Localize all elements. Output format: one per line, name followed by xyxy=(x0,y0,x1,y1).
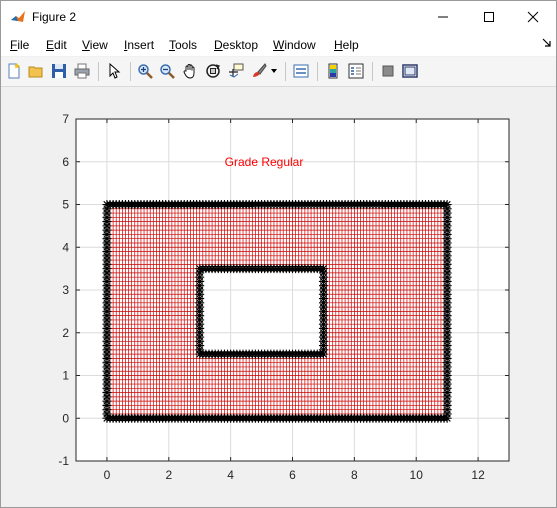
rotate-3d-icon xyxy=(206,64,221,78)
title-bar[interactable]: Figure 2 xyxy=(1,1,556,34)
matlab-logo-icon xyxy=(10,9,26,25)
x-tick-label: 6 xyxy=(289,468,296,482)
pan-button[interactable] xyxy=(181,62,199,80)
show-plot-tools-icon xyxy=(402,64,418,78)
y-tick-label: 0 xyxy=(62,411,69,425)
x-tick-label: 4 xyxy=(227,468,234,482)
minimize-button[interactable] xyxy=(420,1,466,33)
menu-view[interactable]: View xyxy=(82,38,108,52)
toolbar-separator xyxy=(372,62,373,81)
x-tick-label: 8 xyxy=(351,468,358,482)
window-title: Figure 2 xyxy=(32,10,77,24)
open-file-button[interactable] xyxy=(27,62,45,80)
x-tick-label: 10 xyxy=(410,468,424,482)
insert-legend-button[interactable] xyxy=(347,62,365,80)
link-plot-icon xyxy=(293,64,309,78)
menu-window[interactable]: Window xyxy=(273,38,316,52)
y-tick-label: -1 xyxy=(58,454,69,468)
y-tick-label: 3 xyxy=(62,283,69,297)
menu-edit[interactable]: Edit xyxy=(46,38,67,52)
show-plot-tools-button[interactable] xyxy=(401,62,419,80)
print-button[interactable] xyxy=(73,62,91,80)
maximize-button[interactable] xyxy=(466,1,512,33)
dock-arrow-icon[interactable] xyxy=(542,38,552,48)
brush-icon xyxy=(253,63,267,77)
maximize-icon xyxy=(484,12,494,22)
select-arrow-icon xyxy=(109,63,121,79)
chart-title: Grade Regular xyxy=(225,155,304,169)
y-tick-label: 5 xyxy=(62,198,69,212)
close-button[interactable] xyxy=(510,1,556,33)
figure-canvas: 0 2 4 6 8 10 12 -1 0 1 2 3 4 5 6 7 Grade Regular xyxy=(1,87,556,507)
new-figure-button[interactable] xyxy=(5,62,23,80)
toolbar-separator xyxy=(285,62,286,81)
new-figure-icon xyxy=(8,63,20,79)
brush-dropdown-icon xyxy=(271,69,277,73)
link-plot-button[interactable] xyxy=(292,62,310,80)
brush-dropdown-button[interactable] xyxy=(269,62,279,80)
zoom-out-icon xyxy=(160,64,175,79)
select-button[interactable] xyxy=(105,62,123,80)
minimize-icon xyxy=(438,16,448,18)
rotate-3d-button[interactable] xyxy=(204,62,222,80)
save-icon xyxy=(52,64,66,78)
menu-desktop[interactable]: Desktop xyxy=(214,38,258,52)
menu-insert[interactable]: Insert xyxy=(124,38,154,52)
legend-icon xyxy=(348,63,364,79)
zoom-in-icon xyxy=(138,64,153,79)
toolbar-separator xyxy=(130,62,131,81)
y-tick-label: 2 xyxy=(62,326,69,340)
hide-plot-tools-button[interactable] xyxy=(379,62,397,80)
toolbar-separator xyxy=(98,62,99,81)
x-tick-label: 2 xyxy=(165,468,172,482)
data-cursor-icon xyxy=(229,63,244,78)
figure-window: Figure 2 File Edit View Insert Tools Des… xyxy=(0,0,557,508)
colorbar-icon xyxy=(328,63,338,79)
y-tick-label: 6 xyxy=(62,155,69,169)
plot[interactable]: 0 2 4 6 8 10 12-101234567 Grade Regular xyxy=(1,87,556,507)
toolbar-separator xyxy=(317,62,318,81)
y-tick-label: 1 xyxy=(62,369,69,383)
close-icon xyxy=(527,11,539,23)
x-tick-label: 12 xyxy=(471,468,485,482)
x-tick-label: 0 xyxy=(104,468,111,482)
data-cursor-button[interactable] xyxy=(227,62,245,80)
menu-help[interactable]: Help xyxy=(334,38,359,52)
hide-plot-tools-icon xyxy=(382,65,394,77)
save-button[interactable] xyxy=(50,62,68,80)
menu-file[interactable]: File xyxy=(10,38,29,52)
figure-toolbar xyxy=(1,57,556,87)
zoom-in-button[interactable] xyxy=(136,62,154,80)
brush-button[interactable] xyxy=(250,62,268,80)
pan-hand-icon xyxy=(183,64,195,79)
y-tick-label: 7 xyxy=(62,112,69,126)
zoom-out-button[interactable] xyxy=(158,62,176,80)
insert-colorbar-button[interactable] xyxy=(324,62,342,80)
menu-tools[interactable]: Tools xyxy=(169,38,197,52)
menu-bar: File Edit View Insert Tools Desktop Wind… xyxy=(1,34,556,56)
y-tick-label: 4 xyxy=(62,240,69,254)
print-icon xyxy=(74,63,90,79)
open-file-icon xyxy=(28,66,43,78)
